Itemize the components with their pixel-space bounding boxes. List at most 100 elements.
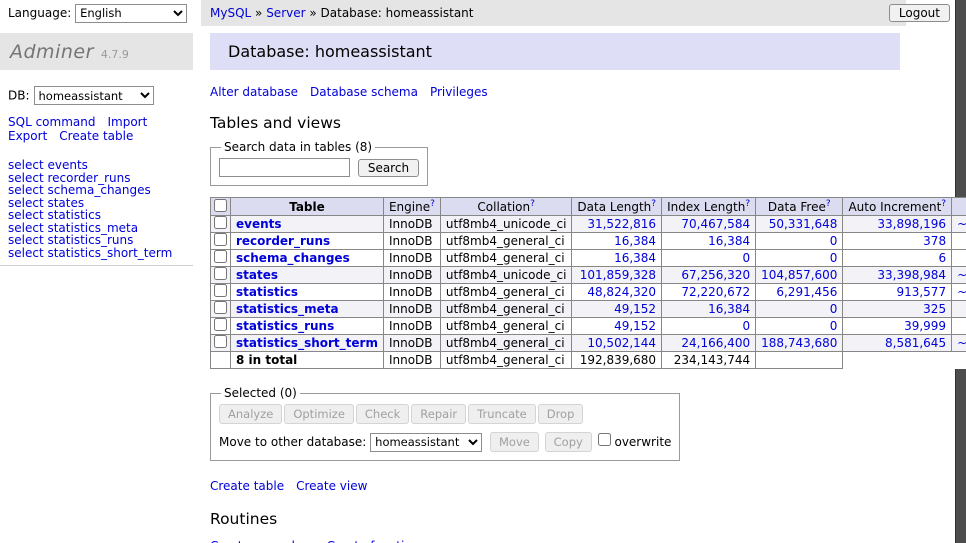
data-free-link[interactable]: 188,743,680 (761, 336, 837, 350)
table-name-link[interactable]: statistics_meta (236, 302, 339, 316)
db-link-privileges[interactable]: Privileges (430, 85, 488, 99)
data-free-link[interactable]: 0 (830, 251, 838, 265)
index-length-link[interactable]: 24,166,400 (681, 336, 750, 350)
select-all-checkbox[interactable] (214, 199, 227, 212)
move-button[interactable]: Move (490, 432, 539, 452)
repair-button[interactable]: Repair (411, 404, 466, 424)
sidebar-link-import[interactable]: Import (107, 115, 147, 129)
data-length-link[interactable]: 49,152 (614, 302, 656, 316)
language-select[interactable]: English (75, 4, 187, 23)
data-length-link[interactable]: 16,384 (614, 234, 656, 248)
data-free-link[interactable]: 0 (830, 234, 838, 248)
data-free-link[interactable]: 104,857,600 (761, 268, 837, 282)
index-length-link[interactable]: 67,256,320 (681, 268, 750, 282)
search-fieldset: Search data in tables (8) Search (210, 140, 428, 186)
help-link[interactable]: ? (745, 199, 750, 209)
data-length-link[interactable]: 49,152 (614, 319, 656, 333)
routine-link-create-function[interactable]: Create function (327, 539, 420, 543)
data-length-link[interactable]: 10,502,144 (587, 336, 656, 350)
db-select[interactable]: homeassistant (34, 86, 154, 105)
sidebar-link-sql-command[interactable]: SQL command (8, 115, 95, 129)
help-link[interactable]: ? (530, 199, 535, 209)
sidebar-table-link-select-events[interactable]: select events (8, 159, 193, 172)
main-content: Database: homeassistant Alter databaseDa… (210, 33, 910, 543)
data-free-link[interactable]: 0 (830, 319, 838, 333)
breadcrumb-link-mysql[interactable]: MySQL (210, 6, 251, 20)
help-link[interactable]: ? (941, 199, 946, 209)
table-name-link[interactable]: recorder_runs (236, 234, 330, 248)
index-length-link[interactable]: 72,220,672 (681, 285, 750, 299)
row-checkbox[interactable] (214, 267, 227, 280)
db-link-alter-database[interactable]: Alter database (210, 85, 298, 99)
sidebar-table-link-select-statistics-runs[interactable]: select statistics_runs (8, 234, 193, 247)
rows-cell: ~ 136,108 (952, 335, 966, 352)
overwrite-checkbox[interactable] (598, 433, 611, 446)
help-link[interactable]: ? (826, 199, 831, 209)
drop-button[interactable]: Drop (538, 404, 584, 424)
auto-increment-link[interactable]: 39,999 (904, 319, 946, 333)
sidebar-table-link-select-statistics[interactable]: select statistics (8, 209, 193, 222)
collation-cell: utf8mb4_general_ci (440, 233, 572, 250)
optimize-button[interactable]: Optimize (284, 404, 354, 424)
auto-increment-link[interactable]: 325 (923, 302, 946, 316)
truncate-button[interactable]: Truncate (468, 404, 536, 424)
table-name-link[interactable]: statistics_short_term (236, 336, 378, 350)
data-length-link[interactable]: 16,384 (614, 251, 656, 265)
logout-button[interactable]: Logout (889, 4, 950, 22)
table-name-link[interactable]: statistics (236, 285, 298, 299)
index-length-link[interactable]: 16,384 (708, 302, 750, 316)
row-checkbox[interactable] (214, 250, 227, 263)
rows-link[interactable]: ~ 312,180 (957, 217, 966, 231)
create-link-create-table[interactable]: Create table (210, 479, 284, 493)
row-checkbox[interactable] (214, 216, 227, 229)
auto-increment-link[interactable]: 913,577 (896, 285, 946, 299)
row-checkbox[interactable] (214, 284, 227, 297)
rows-link[interactable]: ~ 569,159 (957, 285, 966, 299)
rows-cell: ~ 312,180 (952, 216, 966, 233)
auto-increment-link[interactable]: 33,398,984 (877, 268, 946, 282)
rows-link[interactable]: ~ 136,108 (957, 336, 966, 350)
help-link[interactable]: ? (651, 199, 656, 209)
row-checkbox[interactable] (214, 301, 227, 314)
row-checkbox[interactable] (214, 233, 227, 246)
check-button[interactable]: Check (356, 404, 409, 424)
analyze-button[interactable]: Analyze (219, 404, 282, 424)
data-free-link[interactable]: 0 (830, 302, 838, 316)
create-link-create-view[interactable]: Create view (296, 479, 367, 493)
auto-increment-link[interactable]: 8,581,645 (885, 336, 946, 350)
blank-cell (952, 352, 966, 369)
breadcrumb-link-server[interactable]: Server (266, 6, 305, 20)
data-length-link[interactable]: 31,522,816 (587, 217, 656, 231)
index-length-link[interactable]: 0 (742, 319, 750, 333)
table-name-link[interactable]: states (236, 268, 278, 282)
collation-cell: utf8mb4_general_ci (440, 318, 572, 335)
rows-link[interactable]: ~ 299,833 (957, 268, 966, 282)
table-name-link[interactable]: schema_changes (236, 251, 350, 265)
row-checkbox[interactable] (214, 335, 227, 348)
table-name-link[interactable]: statistics_runs (236, 319, 334, 333)
row-checkbox[interactable] (214, 318, 227, 331)
sidebar-link-create-table[interactable]: Create table (59, 129, 133, 143)
data-length-link[interactable]: 101,859,328 (580, 268, 656, 282)
data-free-link[interactable]: 50,331,648 (769, 217, 838, 231)
routine-link-create-procedure[interactable]: Create procedure (210, 539, 315, 543)
index-length-link[interactable]: 16,384 (708, 234, 750, 248)
sidebar-table-link-select-schema-changes[interactable]: select schema_changes (8, 184, 193, 197)
search-button[interactable]: Search (358, 159, 419, 177)
search-input[interactable] (219, 158, 350, 177)
table-name-link[interactable]: events (236, 217, 282, 231)
copy-button[interactable]: Copy (545, 432, 592, 452)
db-link-database-schema[interactable]: Database schema (310, 85, 418, 99)
index-length-link[interactable]: 70,467,584 (681, 217, 750, 231)
auto-increment-cell: 325 (843, 301, 952, 318)
help-link[interactable]: ? (430, 199, 435, 209)
auto-increment-link[interactable]: 33,898,196 (877, 217, 946, 231)
sidebar-link-export[interactable]: Export (8, 129, 47, 143)
auto-increment-link[interactable]: 378 (923, 234, 946, 248)
data-length-link[interactable]: 48,824,320 (587, 285, 656, 299)
data-free-link[interactable]: 6,291,456 (776, 285, 837, 299)
index-length-link[interactable]: 0 (742, 251, 750, 265)
sidebar-table-link-select-statistics-short-term[interactable]: select statistics_short_term (8, 247, 193, 260)
auto-increment-link[interactable]: 6 (938, 251, 946, 265)
move-db-select[interactable]: homeassistant (370, 433, 482, 452)
